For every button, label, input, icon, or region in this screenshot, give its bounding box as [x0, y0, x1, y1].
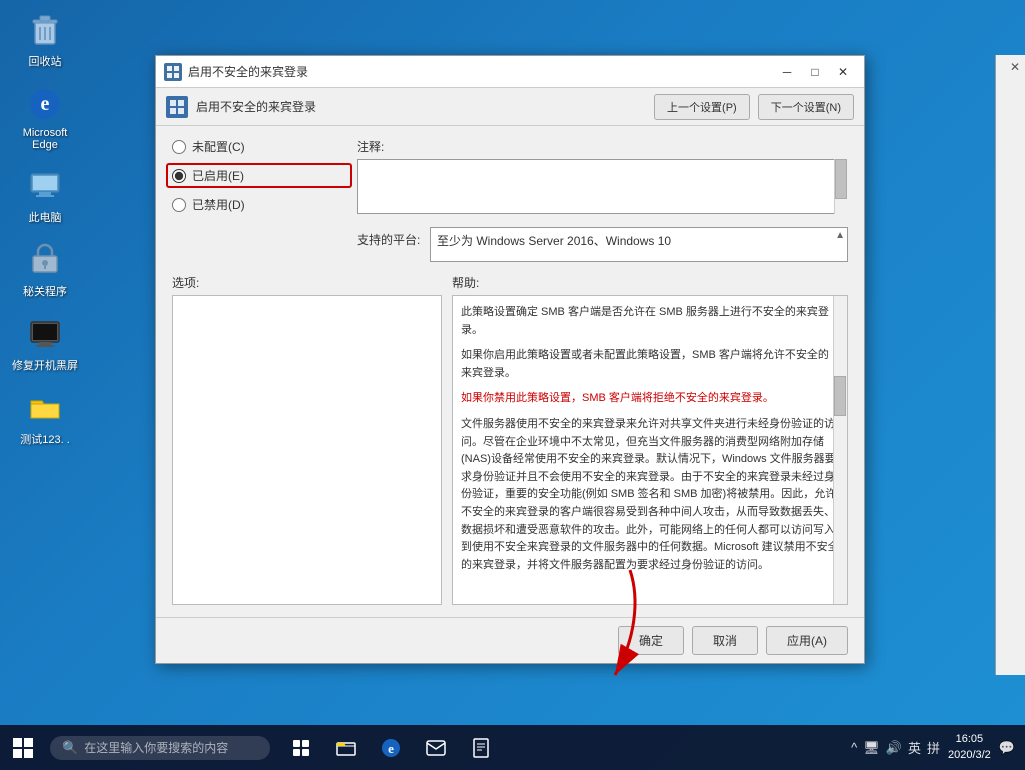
recycle-bin-icon[interactable]: 回收站	[10, 10, 80, 69]
svg-text:e: e	[388, 741, 394, 756]
toolbar-policy-title: 启用不安全的来宾登录	[196, 98, 646, 115]
this-pc-label: 此电脑	[29, 209, 62, 225]
secret-program-image	[25, 240, 65, 280]
taskbar-search-box[interactable]: 🔍	[50, 736, 270, 760]
edge-image: e	[25, 84, 65, 124]
volume-icon[interactable]: 🔊	[886, 740, 902, 756]
comment-textarea[interactable]	[357, 159, 848, 214]
help-section: 帮助: 此策略设置确定 SMB 客户端是否允许在 SMB 服务器上进行不安全的来…	[452, 274, 848, 605]
fix-screen-icon[interactable]: 修复开机黑屏	[10, 314, 80, 373]
dialog-title-text: 启用不安全的来宾登录	[188, 63, 774, 80]
apply-btn[interactable]: 应用(A)	[766, 626, 848, 655]
dialog-title-icon	[164, 63, 182, 81]
test-folder-image	[25, 388, 65, 428]
desktop: 回收站 e MicrosoftEdge 此电脑	[0, 0, 1025, 770]
test-folder-icon[interactable]: 测试123. .	[10, 388, 80, 447]
network-icon[interactable]: 🖥	[863, 740, 880, 756]
second-dialog: ✕	[995, 55, 1025, 675]
options-box	[172, 295, 442, 605]
right-section: 注释: 支持的平台: 至少为 Windows Server 2016、Windo…	[357, 138, 848, 262]
radio-unconfigured[interactable]: 未配置(C)	[172, 138, 352, 155]
radio-enabled[interactable]: 已启用(E)	[166, 163, 352, 188]
desktop-icons: 回收站 e MicrosoftEdge 此电脑	[10, 10, 80, 447]
help-text-1: 此策略设置确定 SMB 客户端是否允许在 SMB 服务器上进行不安全的来宾登录。	[461, 304, 839, 339]
this-pc-icon[interactable]: 此电脑	[10, 166, 80, 225]
start-button[interactable]	[0, 725, 45, 770]
next-setting-btn[interactable]: 下一个设置(N)	[758, 94, 854, 120]
prev-setting-btn[interactable]: 上一个设置(P)	[654, 94, 750, 120]
taskbar-system-icons: ^ 🖥 🔊 英 拼	[851, 738, 940, 757]
taskbar: 🔍 e	[0, 725, 1025, 770]
platform-label: 支持的平台:	[357, 227, 422, 248]
dialog-minimize-btn[interactable]: ─	[774, 61, 800, 83]
help-box: 此策略设置确定 SMB 客户端是否允许在 SMB 服务器上进行不安全的来宾登录。…	[452, 295, 848, 605]
radio-section: 未配置(C) 已启用(E) 已禁用(D)	[172, 138, 352, 221]
notepad-taskbar-btn[interactable]	[460, 727, 502, 769]
taskbar-date: 2020/3/2	[948, 748, 991, 763]
taskbar-time: 16:05	[948, 732, 991, 747]
options-help-row: 选项: 帮助: 此策略设置确定 SMB 客户端是否允许在 SMB 服务器上进行不…	[172, 274, 848, 605]
taskbar-search-icon: 🔍	[62, 740, 78, 756]
policy-icon	[166, 96, 188, 118]
radio-unconfigured-input[interactable]	[172, 140, 186, 154]
comment-label: 注释:	[357, 138, 848, 155]
fix-screen-label: 修复开机黑屏	[12, 357, 78, 373]
radio-enabled-input[interactable]	[172, 169, 186, 183]
taskbar-middle-btns: e	[280, 727, 502, 769]
windows-logo	[13, 738, 33, 758]
scroll-up-arrow: ▲	[835, 230, 845, 241]
help-text-3: 如果你禁用此策略设置，SMB 客户端将拒绝不安全的来宾登录。	[461, 390, 839, 408]
chevron-icon[interactable]: ^	[851, 740, 857, 755]
radio-unconfigured-label: 未配置(C)	[192, 138, 245, 155]
cancel-btn[interactable]: 取消	[692, 626, 758, 655]
platform-value-box: 至少为 Windows Server 2016、Windows 10 ▲	[430, 227, 848, 262]
taskbar-search-input[interactable]	[84, 741, 254, 755]
dialog-titlebar[interactable]: 启用不安全的来宾登录 ─ □ ✕	[156, 56, 864, 88]
edge-label: MicrosoftEdge	[23, 127, 68, 151]
ime-icon[interactable]: 拼	[927, 738, 940, 757]
radio-disabled[interactable]: 已禁用(D)	[172, 196, 352, 213]
mail-taskbar-btn[interactable]	[415, 727, 457, 769]
explorer-btn[interactable]	[325, 727, 367, 769]
dialog-body: 未配置(C) 已启用(E) 已禁用(D) 注释:	[156, 126, 864, 617]
test-folder-label: 测试123. .	[20, 431, 70, 447]
this-pc-image	[25, 166, 65, 206]
recycle-bin-image	[25, 10, 65, 50]
edge-taskbar-btn[interactable]: e	[370, 727, 412, 769]
radio-enabled-label: 已启用(E)	[192, 167, 244, 184]
secret-program-icon[interactable]: 秘关程序	[10, 240, 80, 299]
options-section: 选项:	[172, 274, 442, 605]
task-view-btn[interactable]	[280, 727, 322, 769]
edge-icon[interactable]: e MicrosoftEdge	[10, 84, 80, 151]
options-label: 选项:	[172, 274, 442, 291]
lang-icon[interactable]: 英	[908, 738, 921, 757]
help-text-2: 如果你启用此策略设置或者未配置此策略设置，SMB 客户端将允许不安全的来宾登录。	[461, 347, 839, 382]
dialog-footer: 确定 取消 应用(A)	[156, 617, 864, 663]
dialog-title-controls: ─ □ ✕	[774, 61, 856, 83]
dialog-toolbar: 启用不安全的来宾登录 上一个设置(P) 下一个设置(N)	[156, 88, 864, 126]
taskbar-clock[interactable]: 16:05 2020/3/2	[948, 732, 991, 763]
confirm-btn[interactable]: 确定	[618, 626, 684, 655]
taskbar-right: ^ 🖥 🔊 英 拼 16:05 2020/3/2 💬	[851, 732, 1025, 763]
platform-value: 至少为 Windows Server 2016、Windows 10	[437, 234, 671, 248]
svg-text:e: e	[41, 93, 50, 115]
notification-icon[interactable]: 💬	[999, 740, 1015, 756]
recycle-bin-label: 回收站	[29, 53, 62, 69]
radio-disabled-label: 已禁用(D)	[192, 196, 245, 213]
policy-dialog: 启用不安全的来宾登录 ─ □ ✕ 启用不安全的来宾登录 上一个设置(P) 下一个…	[155, 55, 865, 664]
help-text-4: 文件服务器使用不安全的来宾登录来允许对共享文件夹进行未经身份验证的访问。尽管在企…	[461, 416, 839, 574]
second-dialog-close-btn[interactable]: ✕	[1010, 60, 1020, 74]
dialog-maximize-btn[interactable]: □	[802, 61, 828, 83]
help-label: 帮助:	[452, 274, 848, 291]
dialog-close-btn[interactable]: ✕	[830, 61, 856, 83]
fix-screen-image	[25, 314, 65, 354]
radio-disabled-input[interactable]	[172, 198, 186, 212]
platform-row: 支持的平台: 至少为 Windows Server 2016、Windows 1…	[357, 227, 848, 262]
secret-program-label: 秘关程序	[23, 283, 67, 299]
